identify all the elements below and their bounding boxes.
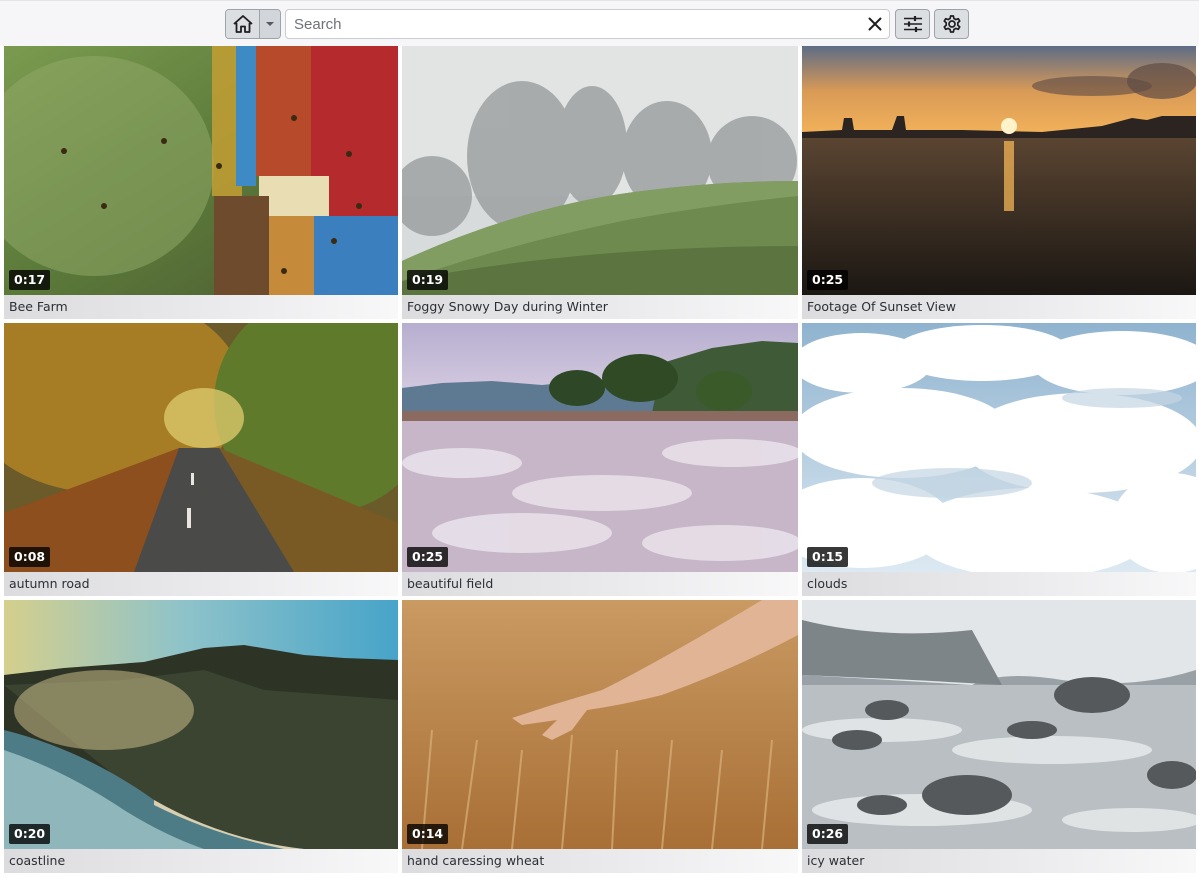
duration-badge: 0:14	[407, 824, 449, 844]
video-card[interactable]: 0:25 beautiful field	[402, 323, 798, 596]
video-card[interactable]: 0:25 Footage Of Sunset View	[802, 46, 1196, 319]
home-dropdown-toggle[interactable]	[260, 10, 280, 38]
duration-badge: 0:17	[9, 270, 51, 290]
video-card[interactable]: 0:20 coastline	[4, 600, 398, 873]
home-button-group	[225, 9, 281, 39]
video-thumbnail: 0:15	[802, 323, 1196, 572]
top-toolbar	[0, 0, 1199, 46]
search-box	[285, 9, 890, 39]
toolbar-divider	[0, 0, 1199, 1]
video-title: Footage Of Sunset View	[802, 295, 1196, 319]
video-title: coastline	[4, 849, 398, 873]
video-thumbnail: 0:20	[4, 600, 398, 849]
home-icon	[233, 15, 252, 33]
clear-search-button[interactable]	[861, 10, 889, 38]
video-card[interactable]: 0:08 autumn road	[4, 323, 398, 596]
video-title: beautiful field	[402, 572, 798, 596]
close-icon	[868, 17, 882, 31]
video-card[interactable]: 0:26 icy water	[802, 600, 1196, 873]
video-card[interactable]: 0:15 clouds	[802, 323, 1196, 596]
video-title: Bee Farm	[4, 295, 398, 319]
home-button[interactable]	[226, 10, 260, 38]
video-thumbnail: 0:19	[402, 46, 798, 295]
video-thumbnail: 0:25	[802, 46, 1196, 295]
video-grid: 0:17 Bee Farm 0:19 Foggy Snowy Day durin…	[4, 46, 1196, 873]
duration-badge: 0:08	[9, 547, 51, 567]
duration-badge: 0:25	[807, 270, 849, 290]
gear-icon	[942, 15, 961, 33]
video-thumbnail: 0:17	[4, 46, 398, 295]
search-input[interactable]	[286, 10, 861, 38]
duration-badge: 0:26	[807, 824, 849, 844]
video-title: autumn road	[4, 572, 398, 596]
video-title: Foggy Snowy Day during Winter	[402, 295, 798, 319]
video-thumbnail: 0:26	[802, 600, 1196, 849]
video-title: hand caressing wheat	[402, 849, 798, 873]
sliders-icon	[903, 16, 922, 32]
duration-badge: 0:25	[407, 547, 449, 567]
caret-down-icon	[266, 22, 274, 26]
video-thumbnail: 0:08	[4, 323, 398, 572]
settings-button[interactable]	[934, 9, 969, 39]
duration-badge: 0:20	[9, 824, 51, 844]
video-title: clouds	[802, 572, 1196, 596]
filter-button[interactable]	[895, 9, 930, 39]
video-thumbnail: 0:14	[402, 600, 798, 849]
video-title: icy water	[802, 849, 1196, 873]
duration-badge: 0:15	[807, 547, 849, 567]
video-card[interactable]: 0:19 Foggy Snowy Day during Winter	[402, 46, 798, 319]
video-thumbnail: 0:25	[402, 323, 798, 572]
video-card[interactable]: 0:17 Bee Farm	[4, 46, 398, 319]
duration-badge: 0:19	[407, 270, 449, 290]
video-card[interactable]: 0:14 hand caressing wheat	[402, 600, 798, 873]
